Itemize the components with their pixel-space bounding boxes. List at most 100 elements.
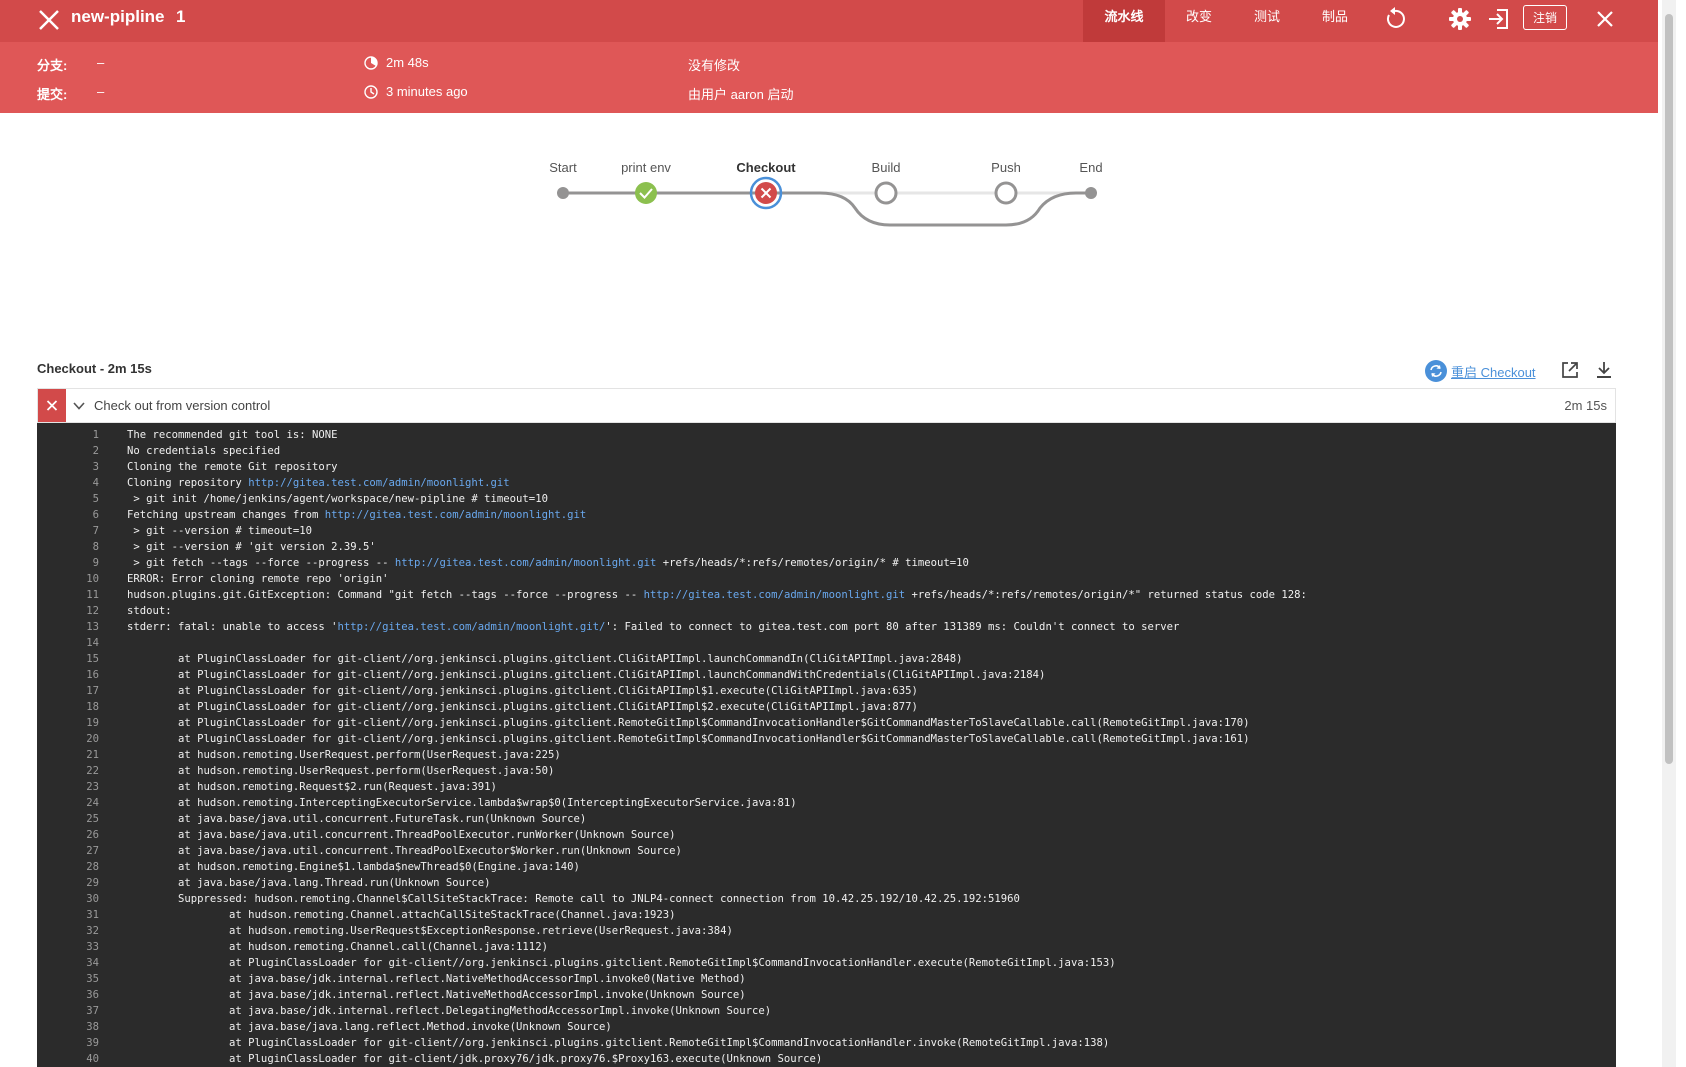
duration-value: 2m 48s — [386, 55, 429, 70]
log-line-text: Suppressed: hudson.remoting.Channel$Call… — [127, 893, 1020, 905]
step-row[interactable]: Check out from version control 2m 15s — [37, 388, 1616, 423]
restart-stage-link[interactable]: 重启 Checkout — [1451, 362, 1536, 381]
download-icon[interactable] — [1594, 360, 1614, 380]
scrollbar-thumb[interactable] — [1665, 14, 1673, 764]
log-line-number[interactable]: 25 — [37, 811, 127, 827]
log-line-number[interactable]: 7 — [37, 523, 127, 539]
log-line-number[interactable]: 34 — [37, 955, 127, 971]
log-line-number[interactable]: 9 — [37, 555, 127, 571]
log-link[interactable]: http://gitea.test.com/admin/moonlight.gi… — [325, 509, 587, 521]
log-line-number[interactable]: 15 — [37, 651, 127, 667]
log-line-text: at hudson.remoting.Channel.call(Channel.… — [127, 941, 548, 953]
log-line-number[interactable]: 22 — [37, 763, 127, 779]
close-icon[interactable] — [36, 7, 62, 33]
log-link[interactable]: http://gitea.test.com/admin/moonlight.gi… — [395, 557, 657, 569]
exit-icon[interactable] — [1486, 6, 1512, 32]
log-line-number[interactable]: 6 — [37, 507, 127, 523]
log-line: 16 at PluginClassLoader for git-client//… — [37, 667, 1616, 683]
log-line-number[interactable]: 13 — [37, 619, 127, 635]
log-line-number[interactable]: 8 — [37, 539, 127, 555]
log-line: 37 at java.base/jdk.internal.reflect.Del… — [37, 1003, 1616, 1019]
log-line-text: The recommended git tool is: NONE — [127, 429, 338, 441]
commit-value: – — [97, 84, 105, 99]
log-line-number[interactable]: 36 — [37, 987, 127, 1003]
close-icon[interactable] — [1592, 6, 1618, 32]
log-line-number[interactable]: 29 — [37, 875, 127, 891]
log-line-number[interactable]: 27 — [37, 843, 127, 859]
log-line-text: at hudson.remoting.UserRequest.perform(U… — [127, 765, 555, 777]
tab-changes[interactable]: 改变 — [1165, 0, 1233, 42]
commit-label: 提交: — [37, 87, 68, 102]
stage-node-print-env[interactable] — [635, 182, 657, 204]
log-line-number[interactable]: 37 — [37, 1003, 127, 1019]
log-line-text: at hudson.remoting.UserRequest.perform(U… — [127, 749, 561, 761]
log-line-number[interactable]: 1 — [37, 427, 127, 443]
restart-stage[interactable]: 重启 Checkout — [1425, 360, 1536, 382]
log-line-number[interactable]: 4 — [37, 475, 127, 491]
log-line-text: Cloning the remote Git repository — [127, 461, 338, 473]
log-link[interactable]: http://gitea.test.com/admin/moonlight.gi… — [644, 589, 906, 601]
pipeline-graph-svg — [557, 176, 1097, 227]
log-link[interactable]: http://gitea.test.com/admin/moonlight.gi… — [248, 477, 510, 489]
log-line-number[interactable]: 23 — [37, 779, 127, 795]
log-line-number[interactable]: 17 — [37, 683, 127, 699]
replay-icon[interactable] — [1382, 6, 1408, 32]
error-x-icon — [46, 400, 58, 411]
gear-icon[interactable] — [1447, 6, 1473, 32]
log-line-number[interactable]: 32 — [37, 923, 127, 939]
stage-node-build[interactable] — [874, 181, 898, 205]
log-line: 11 hudson.plugins.git.GitException: Comma… — [37, 587, 1616, 603]
log-line-number[interactable]: 3 — [37, 459, 127, 475]
tab-artifacts[interactable]: 制品 — [1301, 0, 1369, 42]
restart-icon[interactable] — [1425, 360, 1447, 382]
pipeline-title[interactable]: new-pipline — [71, 7, 165, 27]
log-line-number[interactable]: 24 — [37, 795, 127, 811]
logout-button[interactable]: 注销 — [1523, 5, 1567, 30]
log-line-number[interactable]: 33 — [37, 939, 127, 955]
log-link[interactable]: http://gitea.test.com/admin/moonlight.gi… — [337, 621, 605, 633]
tab-tests[interactable]: 测试 — [1233, 0, 1301, 42]
log-line-number[interactable]: 38 — [37, 1019, 127, 1035]
log-line-text: at PluginClassLoader for git-client//org… — [127, 669, 1046, 681]
log-line: 4 Cloning repository http://gitea.test.co… — [37, 475, 1616, 491]
started-by: 由用户 aaron 启动 — [688, 87, 794, 102]
log-line-text: > git --version # timeout=10 — [127, 525, 312, 537]
log-line-number[interactable]: 20 — [37, 731, 127, 747]
tab-pipeline[interactable]: 流水线 — [1083, 0, 1165, 42]
log-line-text: at java.base/jdk.internal.reflect.Native… — [127, 989, 746, 1001]
log-line-number[interactable]: 11 — [37, 587, 127, 603]
log-line-text: hudson.plugins.git.GitException: Command… — [127, 589, 644, 601]
log-line-number[interactable]: 21 — [37, 747, 127, 763]
log-line-number[interactable]: 35 — [37, 971, 127, 987]
log-line-number[interactable]: 28 — [37, 859, 127, 875]
step-row-label[interactable]: Check out from version control — [94, 398, 270, 413]
log-line-number[interactable]: 18 — [37, 699, 127, 715]
log-line: 22 at hudson.remoting.UserRequest.perfor… — [37, 763, 1616, 779]
step-row-duration: 2m 15s — [1564, 398, 1607, 413]
stage-node-checkout[interactable] — [749, 176, 783, 210]
log-line-number[interactable]: 40 — [37, 1051, 127, 1067]
log-line: 29 at java.base/java.lang.Thread.run(Unk… — [37, 875, 1616, 891]
log-line-number[interactable]: 26 — [37, 827, 127, 843]
log-line-text: > git --version # 'git version 2.39.5' — [127, 541, 376, 553]
open-external-icon[interactable] — [1560, 360, 1580, 380]
log-line: 12 stdout: — [37, 603, 1616, 619]
chevron-down-icon[interactable] — [72, 399, 86, 413]
console-log[interactable]: 1 The recommended git tool is: NONE 2 No cr… — [37, 423, 1616, 1067]
log-line-text: at PluginClassLoader for git-client//org… — [127, 717, 1250, 729]
log-line-number[interactable]: 14 — [37, 635, 127, 651]
log-line-number[interactable]: 12 — [37, 603, 127, 619]
log-line-number[interactable]: 10 — [37, 571, 127, 587]
log-line-number[interactable]: 39 — [37, 1035, 127, 1051]
stage-node-push[interactable] — [994, 181, 1018, 205]
log-line-number[interactable]: 31 — [37, 907, 127, 923]
log-line-number[interactable]: 2 — [37, 443, 127, 459]
log-line: 10 ERROR: Error cloning remote repo 'orig… — [37, 571, 1616, 587]
log-line-number[interactable]: 30 — [37, 891, 127, 907]
started-time: 3 minutes ago — [386, 84, 468, 99]
log-line-number[interactable]: 16 — [37, 667, 127, 683]
step-failed-badge — [38, 389, 66, 422]
log-line-number[interactable]: 19 — [37, 715, 127, 731]
log-line: 39 at PluginClassLoader for git-client//… — [37, 1035, 1616, 1051]
log-line-number[interactable]: 5 — [37, 491, 127, 507]
